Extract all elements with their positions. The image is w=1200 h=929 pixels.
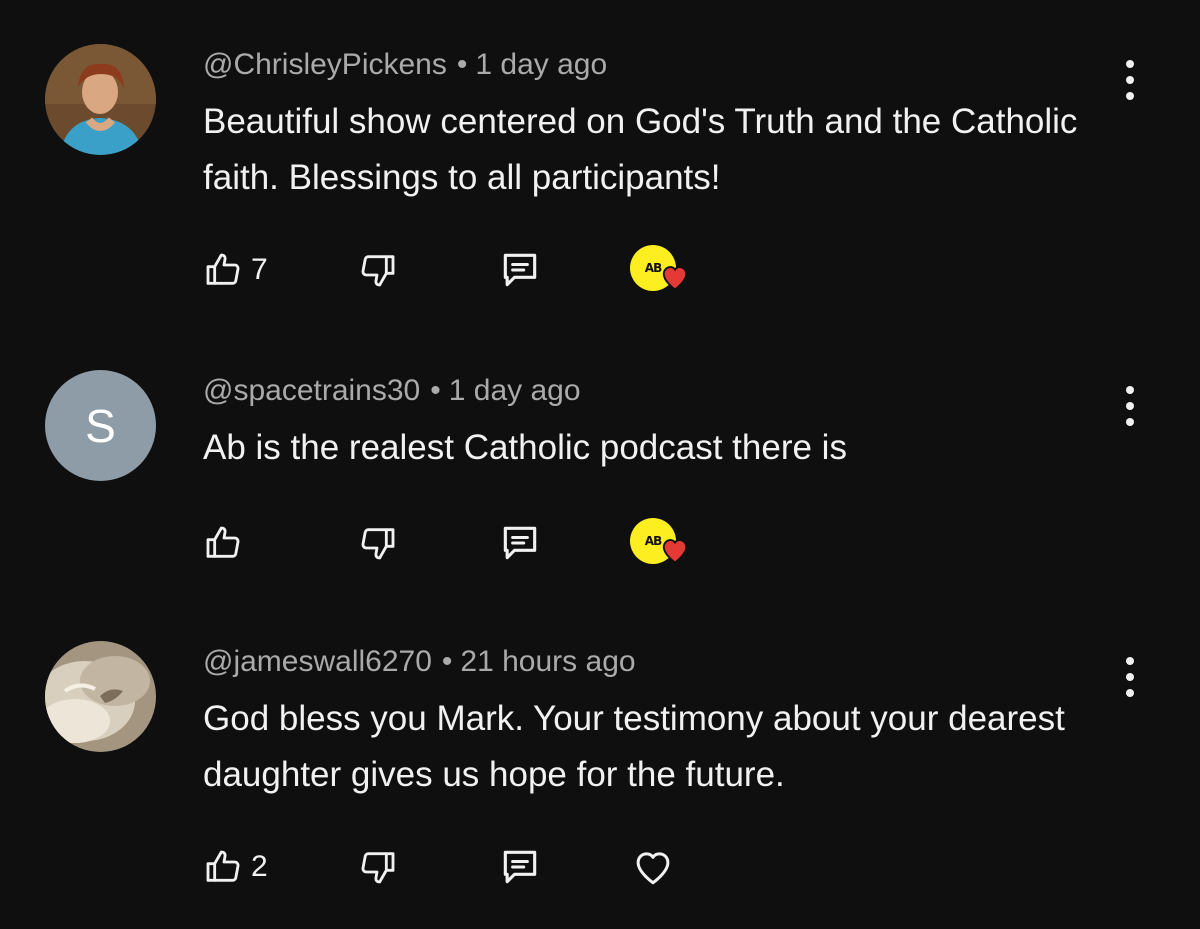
heart-outline-icon [636,852,670,885]
creator-heart: AB [630,245,692,295]
thumbs-down-icon [361,255,395,287]
heart-icon [662,539,688,564]
comment-meta: @ChrisleyPickens • 1 day ago [203,48,607,82]
avatar[interactable]: S [45,370,156,481]
thumbs-up-icon [206,526,240,558]
reply-comment-icon [503,850,537,884]
more-vert-icon[interactable] [1122,657,1138,697]
comment-text: Ab is the realest Catholic podcast there… [203,428,847,467]
author-handle[interactable]: @jameswall6270 [203,645,432,678]
comment-actions: 7 AB [0,245,1200,295]
meta-separator: • [441,645,453,678]
thumbs-down-icon [361,852,395,884]
reply-button[interactable] [498,518,542,568]
dislike-button[interactable] [358,245,398,295]
like-count: 2 [251,850,268,883]
like-button[interactable]: 2 [203,842,268,892]
creator-badge-text: AB [644,534,662,548]
creator-heart: AB [630,518,692,568]
like-count: 7 [251,253,268,286]
thumbs-down-icon [361,528,395,560]
thumbs-up-icon [206,253,240,285]
reply-comment-icon [503,526,537,560]
dislike-button[interactable] [358,842,398,892]
more-vert-icon[interactable] [1122,60,1138,100]
comment-time[interactable]: 21 hours ago [460,645,635,678]
comment-text: Beautiful show centered on God's Truth a… [203,102,1078,197]
meta-separator: • [430,374,441,407]
reply-comment-icon [503,253,537,287]
thumbs-up-icon [206,850,240,882]
comment-text: God bless you Mark. Your testimony about… [203,699,1065,794]
heart-icon [662,266,688,291]
creator-badge-text: AB [644,261,662,275]
reply-button[interactable] [498,245,542,295]
comment-meta: @jameswall6270 • 21 hours ago [203,645,636,679]
comment-actions: 2 [0,842,1200,892]
dislike-button[interactable] [358,518,398,568]
more-vert-icon[interactable] [1122,386,1138,426]
like-button[interactable] [203,518,251,568]
comment-meta: @spacetrains30 • 1 day ago [203,374,581,408]
heart-button[interactable] [632,842,674,892]
comment-time[interactable]: 1 day ago [475,48,607,81]
avatar[interactable] [45,44,156,155]
comment-actions: AB [0,518,1200,568]
avatar[interactable] [45,641,156,752]
like-button[interactable]: 7 [203,245,268,295]
reply-button[interactable] [498,842,542,892]
meta-separator: • [456,48,468,81]
author-handle[interactable]: @ChrisleyPickens [203,48,447,81]
comment-time[interactable]: 1 day ago [449,374,581,407]
author-handle[interactable]: @spacetrains30 [203,374,420,407]
